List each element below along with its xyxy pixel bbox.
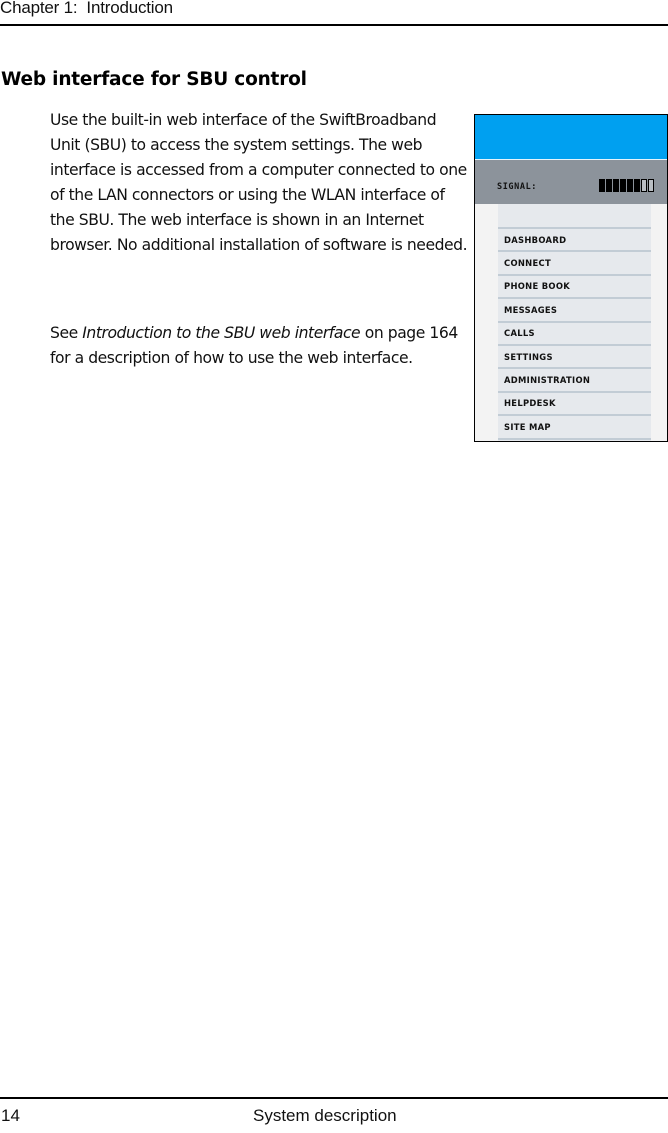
signal-bar-filled <box>627 179 633 192</box>
paragraph-text: Use the built-in web interface of the Sw… <box>50 111 468 254</box>
signal-bar-filled <box>606 179 612 192</box>
footer-section-name: System description <box>253 1106 397 1125</box>
signal-strength-icon <box>599 179 654 192</box>
signal-bar-empty <box>648 179 654 192</box>
web-interface-banner <box>475 115 667 160</box>
web-interface-menu: DASHBOARD CONNECT PHONE BOOK MESSAGES CA… <box>498 204 651 441</box>
signal-bar-filled <box>599 179 605 192</box>
menu-item-helpdesk[interactable]: HELPDESK <box>498 393 651 417</box>
signal-bar-filled <box>613 179 619 192</box>
signal-bar-area: SIGNAL: <box>475 160 667 204</box>
section-title: Web interface for SBU control <box>1 69 307 90</box>
paragraph-prefix: See <box>50 324 83 342</box>
paragraph-text: See Introduction to the SBU web interfac… <box>50 321 470 371</box>
menu-spacer <box>498 204 651 229</box>
menu-item-settings[interactable]: SETTINGS <box>498 346 651 370</box>
menu-item-messages[interactable]: MESSAGES <box>498 299 651 323</box>
menu-item-connect[interactable]: CONNECT <box>498 252 651 276</box>
signal-bar-filled <box>634 179 640 192</box>
signal-bar-filled <box>620 179 626 192</box>
running-footer: 14 System description <box>0 1097 668 1133</box>
body-paragraph-1: Use the built-in web interface of the Sw… <box>50 108 470 257</box>
chapter-title: Chapter 1: Introduction <box>0 0 173 17</box>
menu-item-phone-book[interactable]: PHONE BOOK <box>498 276 651 300</box>
body-paragraph-2: See Introduction to the SBU web interfac… <box>50 321 470 371</box>
menu-item-calls[interactable]: CALLS <box>498 323 651 346</box>
cross-reference-link[interactable]: Introduction to the SBU web interface <box>82 324 360 342</box>
web-interface-screenshot: SIGNAL: DASHBOARD CONNECT PHONE BOOK MES… <box>474 114 668 442</box>
signal-bar-empty <box>641 179 647 192</box>
menu-item-dashboard[interactable]: DASHBOARD <box>498 229 651 253</box>
menu-item-site-map[interactable]: SITE MAP <box>498 416 651 440</box>
signal-label: SIGNAL: <box>497 182 538 192</box>
page-number: 14 <box>1 1106 20 1125</box>
menu-item-administration[interactable]: ADMINISTRATION <box>498 369 651 393</box>
running-header: Chapter 1: Introduction <box>0 0 668 26</box>
